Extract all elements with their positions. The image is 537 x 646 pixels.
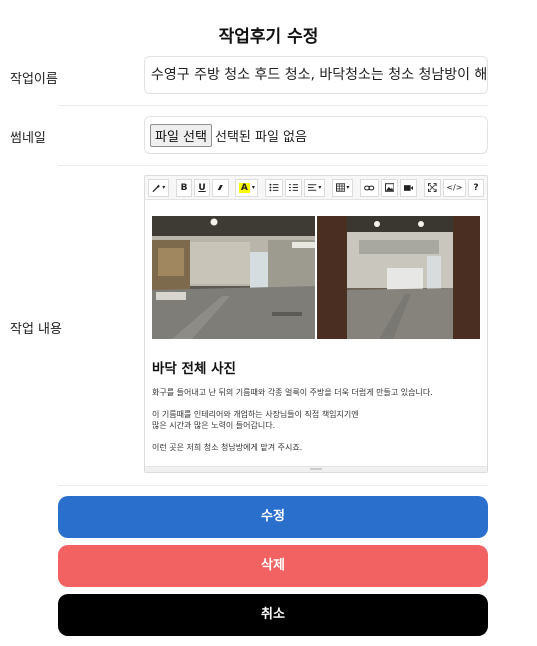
editor-toolbar: ▾ B U A ▾ ▾ ▾ </> ? <box>145 176 487 200</box>
edit-button[interactable]: 수정 <box>58 496 488 538</box>
cancel-button[interactable]: 취소 <box>58 594 488 636</box>
name-label: 작업이름 <box>10 72 58 87</box>
content-paragraph: 이런 곳은 저희 청소 청남방에게 맡겨 주시죠. <box>152 442 303 452</box>
font-color-label: A <box>238 182 250 193</box>
bullet-list-icon[interactable] <box>265 178 283 197</box>
photo-row <box>152 216 480 339</box>
underline-button[interactable]: U <box>194 178 211 197</box>
content-line: 많은 시간과 많은 노력이 들어갑니다. <box>152 421 276 431</box>
link-icon[interactable] <box>360 178 379 197</box>
delete-button[interactable]: 삭제 <box>58 545 488 587</box>
divider <box>58 485 488 486</box>
help-button[interactable]: ? <box>468 178 484 197</box>
align-icon[interactable]: ▾ <box>304 178 326 197</box>
resize-grip[interactable] <box>310 468 322 470</box>
content-paragraph: 이 기름때를 인테리어와 개업하는 사장님들이 직접 책임지기엔 많은 시간과 … <box>152 409 480 432</box>
file-select-button[interactable]: 파일 선택 <box>150 123 212 147</box>
video-icon[interactable] <box>400 178 418 197</box>
content-line: 이 기름때를 인테리어와 개업하는 사장님들이 직접 책임지기엔 <box>152 409 359 419</box>
name-input[interactable]: 수영구 주방 청소 후드 청소, 바닥청소는 청소 청남방이 해주 <box>144 56 488 94</box>
divider <box>58 105 488 106</box>
code-view-button[interactable]: </> <box>442 178 466 197</box>
picture-icon[interactable] <box>380 178 399 197</box>
editor-content[interactable]: 바닥 전체 사진 화구를 들어내고 난 뒤의 기름때와 각종 얼룩이 주방을 더… <box>145 201 487 462</box>
bold-button[interactable]: B <box>176 178 193 197</box>
content-paragraph: 화구를 들어내고 난 뒤의 기름때와 각종 얼룩이 주방을 더욱 더럽게 만들고… <box>152 388 433 397</box>
font-color-button[interactable]: A ▾ <box>235 178 259 197</box>
thumbnail-label: 썸네일 <box>10 131 46 146</box>
magic-icon[interactable]: ▾ <box>148 178 170 197</box>
table-icon[interactable]: ▾ <box>332 178 354 197</box>
kitchen-photo-right <box>317 216 480 339</box>
editor-resize-bar[interactable] <box>145 466 487 472</box>
rich-text-editor[interactable]: ▾ B U A ▾ ▾ ▾ </> ? 바닥 전체 사진 화구를 들어내고 난 … <box>144 175 488 473</box>
content-label: 작업 내용 <box>10 322 62 337</box>
page-title: 작업후기 수정 <box>218 27 319 47</box>
divider <box>58 165 488 166</box>
fullscreen-icon[interactable] <box>424 178 441 197</box>
eraser-icon[interactable] <box>212 178 229 197</box>
kitchen-photo-left <box>152 216 315 339</box>
ordered-list-icon[interactable] <box>284 178 303 197</box>
thumbnail-file-input[interactable]: 파일 선택 선택된 파일 없음 <box>144 116 488 154</box>
file-status-text: 선택된 파일 없음 <box>214 129 307 145</box>
content-heading: 바닥 전체 사진 <box>152 361 236 377</box>
